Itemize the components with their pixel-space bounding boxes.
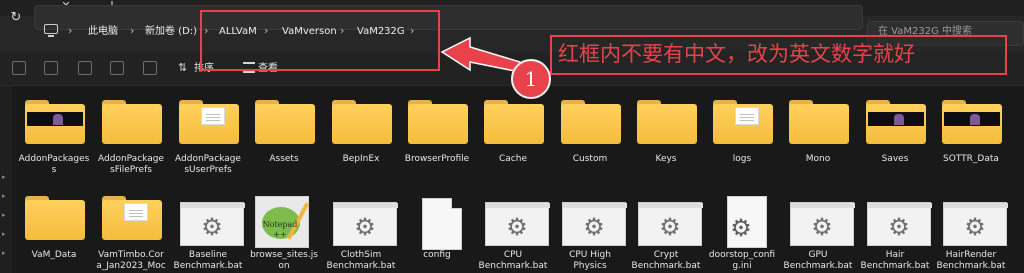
sort-icon[interactable]: ⇅ [178,61,187,75]
item-label: SOTTR_Data [943,154,999,164]
share-icon[interactable] [110,61,124,75]
item-label: BepInEx [342,154,380,164]
folder-icon [637,98,697,144]
item-label: AddonPackages s [18,154,90,175]
folder-icon [332,98,392,144]
annotation-number-badge: 1 [511,59,551,99]
this-pc-icon[interactable] [44,24,58,37]
item-label: Custom [572,154,608,164]
batch-file-icon: ⚙ [637,194,703,246]
item-label: CPU High Physics [569,250,611,271]
gear-icon: ⚙ [888,213,910,241]
cut-icon[interactable] [12,61,26,75]
item-label: BrowserProfile [404,154,470,164]
folder-docs-icon [179,98,239,144]
item-label: Mono [805,154,831,164]
folder-media-icon [942,98,1002,144]
breadcrumb-item-drive-d[interactable]: 新加卷 (D:) [145,25,197,39]
settings-file-icon: ⚙ [713,194,773,248]
item-label: Cache [499,154,527,164]
paste-icon[interactable] [78,61,92,75]
folder-icon [561,98,621,144]
item-label: Baseline Benchmark.bat [173,250,243,271]
gear-icon: ⚙ [201,213,223,241]
folder-docs-icon [713,98,773,144]
notepad-plus-plus-icon: Notepad ++ [255,194,315,248]
item-label: GPU Benchmark.bat [783,250,853,271]
item-label: Assets [269,154,299,164]
item-label: Saves [881,154,909,164]
folder-media-icon [25,98,85,144]
item-label: HairRender Benchmark.bat [936,250,1006,271]
item-label: browse_sites.js on [250,250,318,271]
item-label: Crypt Benchmark.bat [631,250,701,271]
item-label: logs [732,154,752,164]
delete-icon[interactable] [143,61,157,75]
gear-icon: ⚙ [964,213,986,241]
item-label: CPU Benchmark.bat [478,250,548,271]
item-label: Keys [655,154,677,164]
folder-media-icon [866,98,926,144]
item-label: VamTimbo.Cor a_Jan2023_Moc [96,250,166,271]
batch-file-icon: ⚙ [179,194,245,246]
breadcrumb-separator-icon[interactable]: › [68,24,72,38]
refresh-icon[interactable]: ↻ [8,10,24,26]
folder-icon [789,98,849,144]
item-label: AddonPackage sUserPrefs [175,154,241,175]
batch-file-icon: ⚙ [332,194,398,246]
folder-icon [408,98,468,144]
batch-file-icon: ⚙ [561,194,627,246]
gear-icon: ⚙ [811,213,833,241]
gear-icon: ⚙ [354,213,376,241]
folder-icon [25,194,85,240]
copy-icon[interactable] [44,61,58,75]
annotation-highlight-box [200,10,440,71]
gear-icon: ⚙ [506,213,528,241]
folder-icon [102,98,162,144]
gear-icon: ⚙ [583,213,605,241]
batch-file-icon: ⚙ [484,194,550,246]
breadcrumb-item-this-pc[interactable]: 此电脑 [88,25,118,39]
folder-icon [255,98,315,144]
folder-docs-icon [102,194,162,240]
notepad-plus-plus-logo-text: Notepad ++ [262,220,298,239]
folder-icon [484,98,544,144]
item-label: doorstop_confi g.ini [708,250,776,271]
gear-icon: ⚙ [659,213,681,241]
item-label: VaM_Data [31,250,77,260]
item-label: Hair Benchmark.bat [860,250,930,271]
gear-icon: ⚙ [730,214,752,242]
item-label: ClothSim Benchmark.bat [326,250,396,271]
batch-file-icon: ⚙ [866,194,932,246]
batch-file-icon: ⚙ [789,194,855,246]
batch-file-icon: ⚙ [942,194,1008,246]
item-label: AddonPackage sFilePrefs [98,154,164,175]
document-icon [408,194,468,250]
annotation-callout-text: 红框内不要有中文，改为英文数字就好 [558,42,915,66]
file-grid: AddonPackages s AddonPackage sFilePrefs … [0,86,1024,273]
breadcrumb-separator-icon[interactable]: › [130,24,134,38]
item-label: config [423,250,451,260]
